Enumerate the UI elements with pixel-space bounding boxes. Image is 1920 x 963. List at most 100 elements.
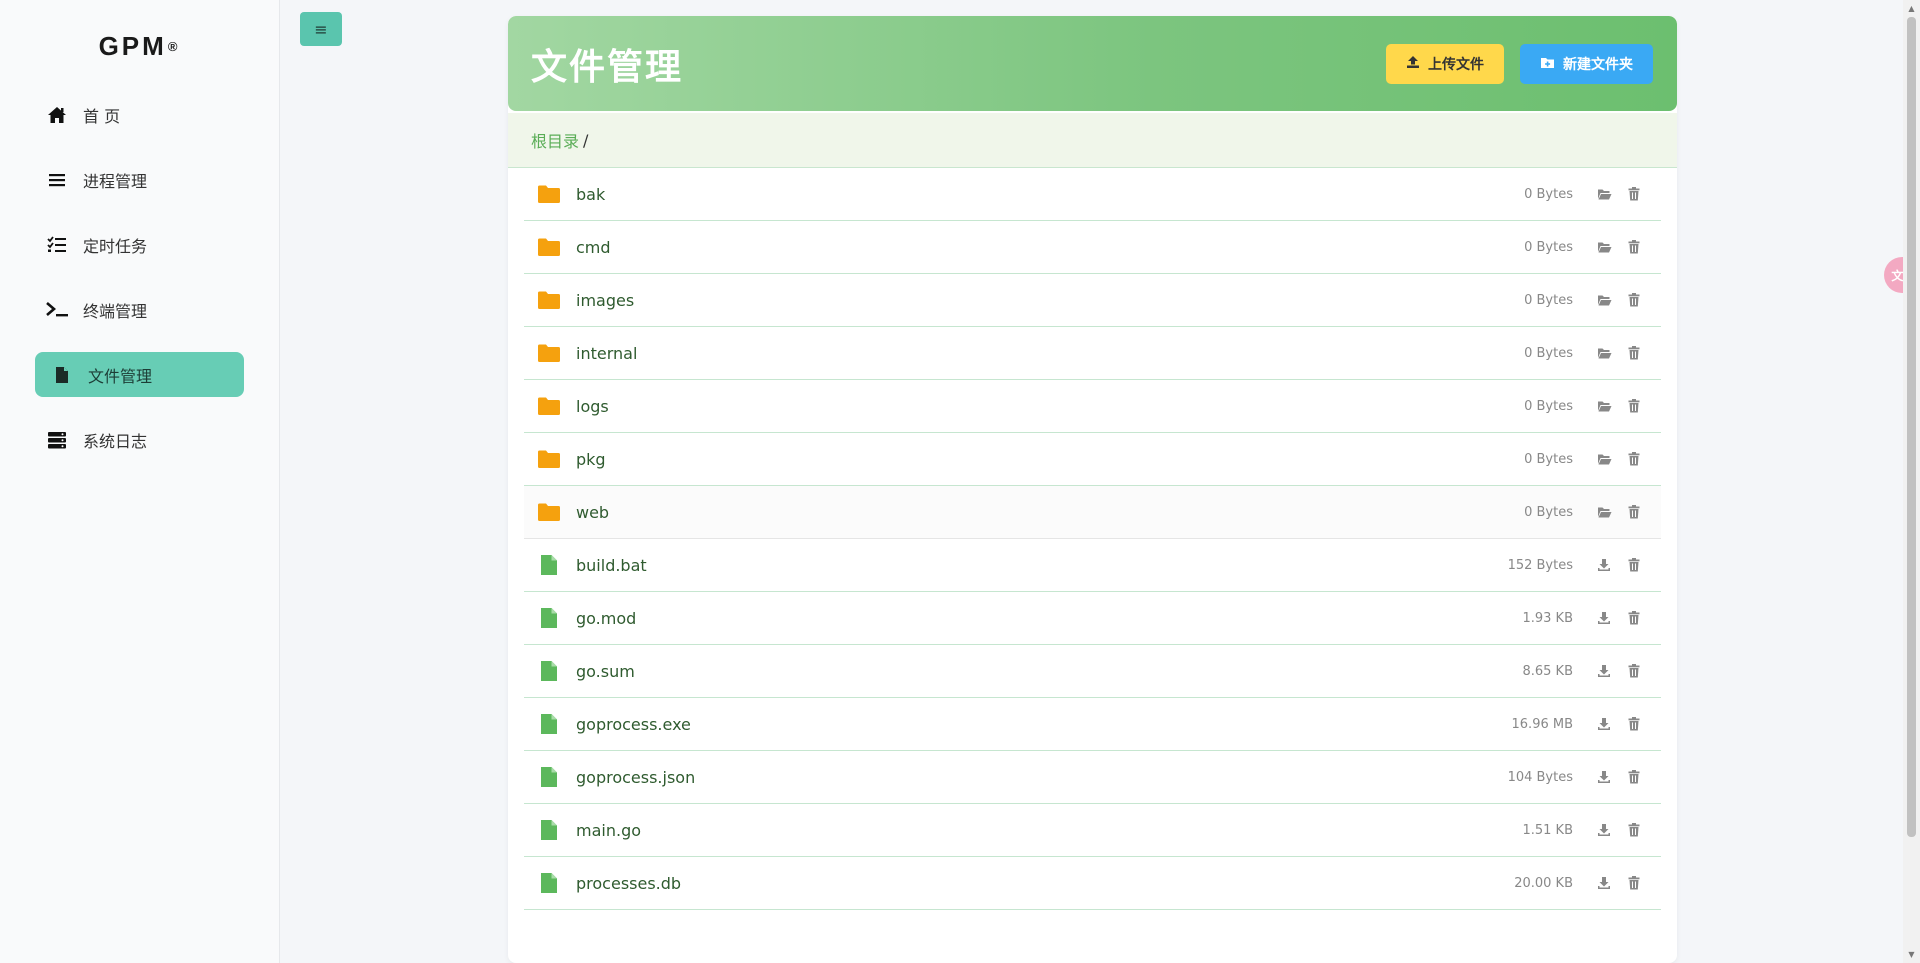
sidebar-item-terminal[interactable]: 终端管理 [35,287,244,332]
download-icon[interactable] [1589,717,1619,731]
breadcrumb-separator: / [583,130,589,150]
file-name-link[interactable]: goprocess.exe [576,715,1463,734]
download-icon[interactable] [1589,611,1619,625]
folder-name-link[interactable]: bak [576,185,1463,204]
folder-row[interactable]: logs 0 Bytes [524,380,1661,433]
folder-row[interactable]: internal 0 Bytes [524,327,1661,380]
file-icon [536,872,562,894]
trash-icon[interactable] [1619,823,1649,837]
menu-toggle-button[interactable]: ≡ [300,12,342,46]
trash-icon[interactable] [1619,293,1649,307]
folder-icon [536,184,562,204]
file-size: 0 Bytes [1524,292,1573,308]
file-size: 1.51 KB [1522,822,1573,838]
scroll-down-arrow-icon[interactable]: ▼ [1903,946,1920,963]
file-size: 0 Bytes [1524,504,1573,520]
page-title: 文件管理 [531,46,684,88]
open-folder-icon[interactable] [1589,400,1619,412]
breadcrumb-root-link[interactable]: 根目录 [531,128,579,152]
sidebar-item-process[interactable]: 进程管理 [35,157,244,202]
file-list: bak 0 Bytes cmd 0 Bytes images 0 Bytes interna… [508,168,1677,910]
trash-icon[interactable] [1619,452,1649,466]
new-folder-label: 新建文件夹 [1563,57,1633,73]
upload-icon [1406,55,1420,73]
open-folder-icon[interactable] [1589,347,1619,359]
file-name-link[interactable]: goprocess.json [576,768,1463,787]
trash-icon[interactable] [1619,399,1649,413]
upload-file-button[interactable]: 上传文件 [1386,44,1504,84]
download-icon[interactable] [1589,823,1619,837]
file-row[interactable]: go.mod 1.93 KB [524,592,1661,645]
trash-icon[interactable] [1619,346,1649,360]
folder-name-link[interactable]: logs [576,397,1463,416]
sidebar-item-label: 定时任务 [83,236,148,256]
file-icon [50,363,74,387]
file-row[interactable]: goprocess.exe 16.96 MB [524,698,1661,751]
file-row[interactable]: main.go 1.51 KB [524,804,1661,857]
folder-name-link[interactable]: images [576,291,1463,310]
open-folder-icon[interactable] [1589,188,1619,200]
trash-icon[interactable] [1619,558,1649,572]
trash-icon[interactable] [1619,187,1649,201]
file-size: 16.96 MB [1511,716,1573,732]
folder-row[interactable]: web 0 Bytes [524,486,1661,539]
scroll-thumb[interactable] [1907,17,1916,837]
tasklist-icon [45,233,69,257]
folder-name-link[interactable]: cmd [576,238,1463,257]
sidebar-item-logs[interactable]: 系统日志 [35,417,244,462]
open-folder-icon[interactable] [1589,506,1619,518]
file-name-link[interactable]: build.bat [576,556,1463,575]
open-folder-icon[interactable] [1589,453,1619,465]
file-size: 1.93 KB [1522,610,1573,626]
file-row[interactable]: go.sum 8.65 KB [524,645,1661,698]
file-size: 0 Bytes [1524,239,1573,255]
sidebar: GPM ® 首 页 进程管理 定时任务 终端管理 文件管理 系统日志 [0,0,280,963]
folder-row[interactable]: bak 0 Bytes [524,168,1661,221]
file-row[interactable]: goprocess.json 104 Bytes [524,751,1661,804]
scrollbar[interactable]: ▲ ▼ [1903,0,1920,963]
folder-row[interactable]: images 0 Bytes [524,274,1661,327]
file-size: 152 Bytes [1507,557,1573,573]
header-actions: 上传文件 新建文件夹 [1386,44,1653,84]
download-icon[interactable] [1589,770,1619,784]
trash-icon[interactable] [1619,505,1649,519]
file-size: 0 Bytes [1524,186,1573,202]
folder-name-link[interactable]: internal [576,344,1463,363]
trash-icon[interactable] [1619,240,1649,254]
file-icon [536,766,562,788]
open-folder-icon[interactable] [1589,294,1619,306]
file-name-link[interactable]: main.go [576,821,1463,840]
file-name-link[interactable]: go.mod [576,609,1463,628]
sidebar-item-files[interactable]: 文件管理 [35,352,244,397]
file-size: 0 Bytes [1524,345,1573,361]
file-size: 104 Bytes [1507,769,1573,785]
breadcrumb: 根目录 / [508,113,1677,168]
sidebar-item-home[interactable]: 首 页 [35,92,244,137]
folder-plus-icon [1540,56,1555,73]
scroll-up-arrow-icon[interactable]: ▲ [1903,0,1920,17]
folder-row[interactable]: pkg 0 Bytes [524,433,1661,486]
file-row[interactable]: processes.db 20.00 KB [524,857,1661,910]
sidebar-item-label: 文件管理 [88,366,153,386]
trash-icon[interactable] [1619,717,1649,731]
new-folder-button[interactable]: 新建文件夹 [1520,44,1653,84]
trash-icon[interactable] [1619,876,1649,890]
file-name-link[interactable]: processes.db [576,874,1463,893]
folder-name-link[interactable]: web [576,503,1463,522]
sidebar-item-schedule[interactable]: 定时任务 [35,222,244,267]
home-icon [45,103,69,127]
file-name-link[interactable]: go.sum [576,662,1463,681]
trash-icon[interactable] [1619,664,1649,678]
trash-icon[interactable] [1619,611,1649,625]
download-icon[interactable] [1589,664,1619,678]
upload-label: 上传文件 [1428,57,1484,73]
download-icon[interactable] [1589,558,1619,572]
file-row[interactable]: build.bat 152 Bytes [524,539,1661,592]
download-icon[interactable] [1589,876,1619,890]
file-icon [536,554,562,576]
sidebar-item-label: 首 页 [83,106,121,126]
folder-name-link[interactable]: pkg [576,450,1463,469]
trash-icon[interactable] [1619,770,1649,784]
open-folder-icon[interactable] [1589,241,1619,253]
folder-row[interactable]: cmd 0 Bytes [524,221,1661,274]
